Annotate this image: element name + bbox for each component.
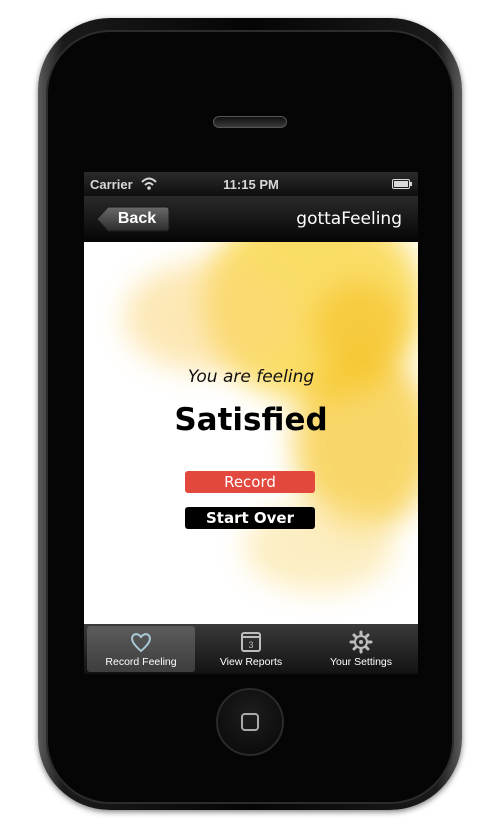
start-over-button[interactable]: Start Over: [185, 507, 315, 529]
battery-icon: [392, 179, 412, 189]
tab-label: View Reports: [219, 656, 283, 668]
status-time: 11:15 PM: [223, 177, 279, 192]
settings-gear-icon: [349, 630, 373, 654]
heart-icon: [131, 633, 151, 653]
calendar-icon: 3: [241, 632, 261, 652]
background-wash: [314, 282, 404, 372]
home-button[interactable]: [216, 688, 284, 756]
feeling-value: Satisfied: [174, 402, 328, 438]
tab-record-feeling[interactable]: Record Feeling: [87, 626, 195, 672]
tab-label: Record Feeling: [105, 656, 177, 668]
home-square-icon: [241, 713, 259, 731]
navigation-bar: Back gottaFeeling: [84, 196, 418, 242]
tab-your-settings[interactable]: Your Settings: [307, 626, 415, 672]
tab-view-reports[interactable]: 3 View Reports: [197, 626, 305, 672]
tab-bar: Record Feeling 3 View Reports Your Setti…: [84, 624, 418, 674]
svg-text:3: 3: [248, 640, 253, 650]
record-button[interactable]: Record: [185, 471, 315, 493]
app-title: gottaFeeling: [296, 209, 402, 229]
screen: Carrier 11:15 PM Back gottaFeeling You a…: [84, 172, 418, 674]
feeling-prompt: You are feeling: [187, 367, 315, 387]
background-wash: [124, 262, 294, 372]
feeling-content: You are feeling Satisfied Record Start O…: [84, 242, 418, 624]
back-button-label: Back: [117, 210, 157, 227]
back-button[interactable]: Back: [96, 206, 170, 232]
speaker-grille: [213, 116, 287, 128]
status-bar: Carrier 11:15 PM: [84, 172, 418, 196]
tab-label: Your Settings: [329, 656, 393, 668]
